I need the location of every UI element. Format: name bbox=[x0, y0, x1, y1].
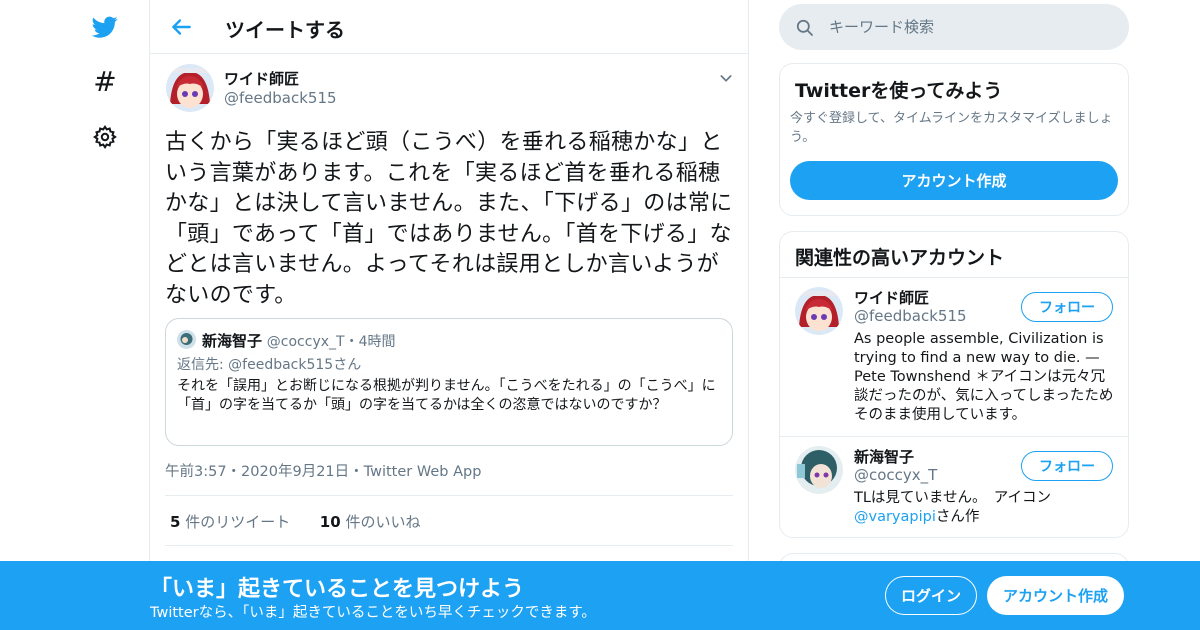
bottom-banner: 「いま」起きていることを見つけよう Twitterなら、「いま」起きていることを… bbox=[0, 561, 1200, 630]
main-column: ツイートする ワイド師匠 @feedback515 bbox=[149, 0, 749, 630]
account-bio: TLは見ていません。 アイコン @varyapipiさん作 bbox=[854, 489, 1116, 527]
banner-subtitle: Twitterなら、「いま」起きていることをいち早くチェックできます。 bbox=[150, 605, 596, 621]
author-handle[interactable]: @feedback515 bbox=[224, 89, 337, 107]
search-bar[interactable] bbox=[779, 4, 1129, 50]
account-handle[interactable]: @feedback515 bbox=[854, 307, 967, 325]
related-accounts-header: 関連性の高いアカウント bbox=[780, 232, 1128, 278]
login-button[interactable]: ログイン bbox=[885, 576, 977, 615]
chevron-down-icon[interactable] bbox=[718, 70, 734, 86]
quote-header: 新海智子 @coccyx_T・4時間 bbox=[202, 330, 395, 351]
divider bbox=[165, 495, 733, 496]
quoted-tweet[interactable]: 新海智子 @coccyx_T・4時間 返信先: @feedback515さん そ… bbox=[165, 318, 733, 446]
signup-card-title: Twitterを使ってみよう bbox=[795, 80, 1003, 102]
twitter-bird-icon[interactable] bbox=[90, 12, 120, 42]
likes-label[interactable]: 件のいいね bbox=[345, 513, 420, 531]
back-arrow-icon[interactable] bbox=[168, 14, 194, 40]
author-name[interactable]: ワイド師匠 bbox=[224, 68, 299, 89]
search-icon bbox=[795, 18, 814, 37]
tweet-author: ワイド師匠 @feedback515 bbox=[150, 54, 748, 120]
divider bbox=[780, 436, 1128, 437]
account-name[interactable]: 新海智子 bbox=[854, 446, 914, 467]
signup-card: Twitterを使ってみよう 今すぐ登録して、タイムラインをカスタマイズしましょ… bbox=[779, 63, 1129, 216]
quote-handle-time: @coccyx_T・4時間 bbox=[266, 334, 396, 350]
banner-title: 「いま」起きていることを見つけよう bbox=[150, 577, 525, 602]
account-handle[interactable]: @coccyx_T bbox=[854, 466, 937, 484]
account-bio: As people assemble, Civilization is tryi… bbox=[854, 331, 1114, 423]
signup-button[interactable]: アカウント作成 bbox=[987, 576, 1124, 615]
gear-icon[interactable] bbox=[90, 122, 120, 152]
retweets-count[interactable]: 5 bbox=[170, 513, 180, 531]
account-bio-suffix: さん作 bbox=[935, 509, 980, 525]
create-account-button[interactable]: アカウント作成 bbox=[790, 161, 1118, 200]
divider bbox=[165, 545, 733, 546]
quote-reply-to: 返信先: @feedback515さん bbox=[177, 357, 362, 373]
likes-count[interactable]: 10 bbox=[320, 513, 341, 531]
avatar[interactable] bbox=[166, 64, 214, 112]
tweet-timestamp[interactable]: 午前3:57・2020年9月21日・Twitter Web App bbox=[165, 460, 481, 481]
related-accounts-title: 関連性の高いアカウント bbox=[795, 247, 1005, 269]
tweet-stats: 5 件のリツイート 10 件のいいね bbox=[170, 511, 420, 532]
hashtag-icon[interactable]: # bbox=[90, 67, 120, 97]
main-header: ツイートする bbox=[150, 0, 748, 54]
account-bio-text: TLは見ていません。 アイコン bbox=[854, 490, 1052, 506]
quote-avatar bbox=[177, 330, 196, 349]
retweets-label[interactable]: 件のリツイート bbox=[185, 513, 290, 531]
follow-button[interactable]: フォロー bbox=[1021, 451, 1113, 481]
avatar[interactable] bbox=[795, 446, 843, 494]
follow-button[interactable]: フォロー bbox=[1021, 292, 1113, 322]
signup-card-description: 今すぐ登録して、タイムラインをカスタマイズしましょう。 bbox=[790, 111, 1113, 145]
left-nav: # bbox=[80, 0, 150, 630]
page-title: ツイートする bbox=[225, 18, 345, 42]
tweet-text: 古くから「実るほど頭（こうべ）を垂れる稲穂かな」という言葉があります。これを「実… bbox=[165, 130, 733, 308]
quote-name: 新海智子 bbox=[202, 332, 263, 350]
quote-text: それを「誤用」とお断じになる根拠が判りません。「こうべをたれる」の「こうべ」に「… bbox=[177, 378, 716, 413]
mention-link[interactable]: @varyapipi bbox=[854, 509, 936, 525]
avatar[interactable] bbox=[795, 287, 843, 335]
account-name[interactable]: ワイド師匠 bbox=[854, 287, 929, 308]
search-input[interactable] bbox=[829, 16, 1109, 38]
related-accounts-card: 関連性の高いアカウント ワイド師匠 @feedback515 フォロー As p… bbox=[779, 231, 1129, 538]
